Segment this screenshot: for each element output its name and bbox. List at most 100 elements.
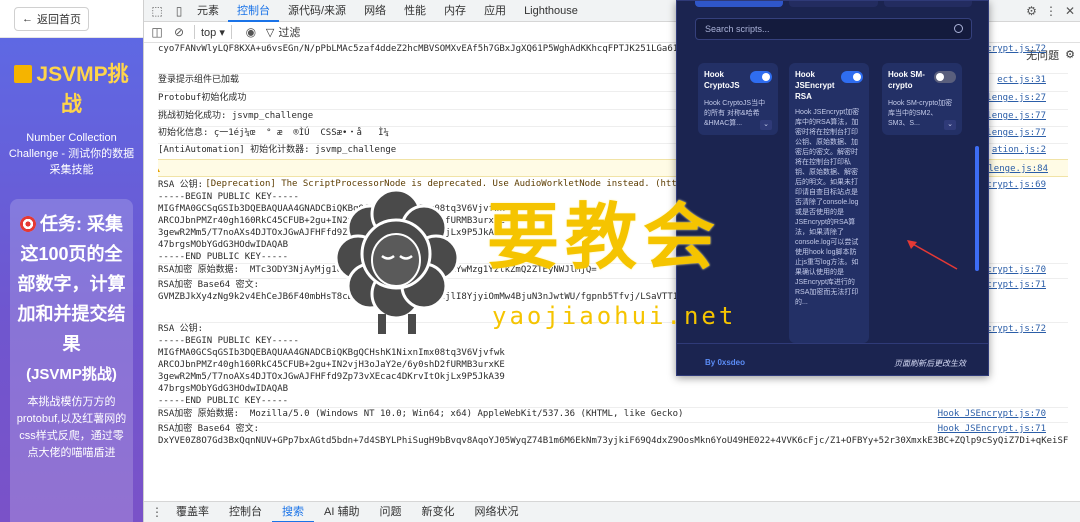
watermark-url: yaojiaohui.net [492, 302, 737, 330]
hook-toggle[interactable] [841, 71, 863, 83]
arrow-left-icon: ← [22, 13, 33, 25]
console-line-text: 登录提示组件已加载 [158, 75, 240, 85]
reload-note: 页面刷新后更改生效 [894, 359, 966, 368]
hook-card-title: Hook CryptoJS [704, 70, 740, 90]
task-subtitle: (JSVMP挑战) [26, 366, 117, 383]
logo-icon [14, 65, 33, 83]
challenge-page: ← 返回首页 JSVMP挑战 Number Collection Challen… [0, 0, 143, 522]
source-link[interactable]: Hook_JSEncrypt.js:70 [938, 408, 1046, 420]
clear-console-icon[interactable]: ⊘ [170, 23, 188, 41]
task-title: 任务: 采集这100页的全部数字，计算加和并提交结果 [16, 209, 127, 359]
toggle-knob [936, 73, 944, 81]
red-arrow-annotation [907, 240, 958, 270]
page-header: ← 返回首页 [0, 0, 143, 38]
search-icon [954, 24, 963, 33]
console-line-text: [AntiAutomation] 初始化计数器: jsvmp_challenge [158, 145, 397, 155]
tab-whats-new[interactable]: 新变化 [411, 502, 464, 522]
tab-performance[interactable]: 性能 [395, 0, 435, 22]
chevron-down-icon[interactable]: ⌄ [760, 120, 772, 130]
toolbar-divider [194, 25, 195, 39]
warning-icon [158, 163, 160, 172]
tab-coverage[interactable]: 覆盖率 [166, 502, 219, 522]
source-link[interactable]: lenge.js:84 [988, 161, 1048, 177]
inspect-icon[interactable]: ⬚ [148, 2, 166, 20]
devtools-window-controls: ⚙ ⋮ ✕ [1026, 0, 1075, 22]
tab-sources[interactable]: 源代码/来源 [279, 0, 355, 22]
sidebar-toggle-icon[interactable]: ◫ [148, 23, 166, 41]
toggle-knob [853, 73, 861, 81]
tab-elements[interactable]: 元素 [188, 0, 228, 22]
sheep-watermark-icon [334, 188, 460, 334]
eye-icon[interactable]: ◉ [242, 23, 260, 41]
tab-application[interactable]: 应用 [475, 0, 515, 22]
more-options-icon[interactable]: ⋮ [1045, 4, 1057, 18]
console-line: RSA加密 Base64 密文: DxYVE0Z8O7Gd3BxQqnNUV+G… [158, 422, 1068, 447]
hook-card-title: Hook SM-crypto [888, 70, 925, 90]
console-line-text: RSA 公钥: -----BEGIN PUBLIC KEY----- MIGfM… [158, 324, 505, 406]
tab-issues[interactable]: 问题 [369, 502, 411, 522]
drawer-tabbar: ⋮ 覆盖率 控制台 搜索 AI 辅助 问题 新变化 网络状况 [144, 501, 1080, 522]
chevron-down-icon: ▾ [219, 26, 225, 39]
script-search-placeholder: Search scripts... [705, 24, 770, 34]
back-home-label: 返回首页 [37, 14, 81, 26]
filter-input[interactable]: 过滤 [278, 24, 300, 40]
toolbar-divider [230, 25, 232, 39]
console-line-text: 挑战初始化成功: jsvmp_challenge [158, 111, 314, 121]
tab-lighthouse[interactable]: Lighthouse [515, 0, 587, 22]
task-card: 任务: 采集这100页的全部数字，计算加和并提交结果 (JSVMP挑战) 本挑战… [10, 199, 133, 522]
console-line: RSA加密 原始数据: Mozilla/5.0 (Windows NT 10.0… [158, 407, 1068, 420]
back-home-button[interactable]: ← 返回首页 [14, 7, 89, 31]
popup-tab[interactable] [883, 1, 972, 7]
source-link[interactable]: lenge.js:77 [986, 127, 1046, 139]
filter-icon: ▽ [265, 26, 275, 39]
tab-network-conditions[interactable]: 网络状况 [464, 502, 528, 522]
author-link[interactable]: By 0xsdeo [705, 358, 745, 367]
source-link[interactable]: crypt.js:70 [986, 264, 1046, 276]
hook-toggle[interactable] [934, 71, 956, 83]
source-link[interactable]: lenge.js:77 [986, 110, 1046, 122]
console-line-text: RSA加密 Base64 密文: DxYVE0Z8O7Gd3BxQqnNUV+G… [158, 424, 1068, 446]
close-devtools-icon[interactable]: ✕ [1065, 4, 1075, 18]
console-line-text: cyo7FANvWlyLQF8KXA+u6vsEGn/N/pPbLMAc5zaf… [158, 44, 727, 54]
context-selector[interactable]: top ▾ [201, 26, 225, 39]
popup-scrollbar[interactable] [975, 146, 979, 271]
settings-gear-icon[interactable]: ⚙ [1026, 4, 1037, 18]
task-title-text: 任务: 采集这100页的全部数字，计算加和并提交结果 [17, 214, 126, 354]
toggle-knob [762, 73, 770, 81]
context-label: top [201, 26, 217, 39]
tab-search[interactable]: 搜索 [272, 502, 314, 522]
hook-card-title: Hook JSEncrypt RSA [795, 70, 835, 101]
hook-card-cryptojs[interactable]: Hook CryptoJS Hook CryptoJS当中的所有 对称&哈希&H… [698, 63, 778, 135]
watermark-title: 要教会 [487, 194, 722, 279]
chevron-down-icon[interactable]: ⌄ [944, 120, 956, 130]
hook-toggle[interactable] [750, 71, 772, 83]
screen: ← 返回首页 JSVMP挑战 Number Collection Challen… [0, 0, 1080, 522]
tab-memory[interactable]: 内存 [435, 0, 475, 22]
source-link[interactable]: crypt.js:72 [986, 323, 1046, 335]
drawer-menu-icon[interactable]: ⋮ [148, 503, 166, 521]
hook-card-jsencrypt[interactable]: Hook JSEncrypt RSA Hook JSEncrypt加密库中的RS… [789, 63, 869, 343]
popup-tab-active[interactable] [695, 1, 784, 7]
tab-console[interactable]: 控制台 [228, 0, 279, 22]
source-link[interactable]: crypt.js:72 [986, 43, 1046, 55]
target-icon [20, 216, 36, 232]
popup-tabs [695, 1, 972, 7]
source-link[interactable]: lenge.js:27 [986, 92, 1046, 104]
tab-console-drawer[interactable]: 控制台 [219, 502, 272, 522]
console-line-text: 初始化信息: ç一1éj¼œ ° æ ®ÌÚ CSSæ•・å Ì¼ [158, 128, 389, 138]
source-link[interactable]: ation.js:2 [992, 144, 1046, 156]
source-link[interactable]: crypt.js:71 [986, 279, 1046, 291]
popup-tab[interactable] [789, 1, 878, 7]
page-title: JSVMP挑战 [0, 38, 143, 120]
hook-card-desc: Hook JSEncrypt加密库中的RSA算法，加密时将在控制台打印公钥、原始… [795, 109, 860, 306]
page-title-text: JSVMP挑战 [36, 63, 129, 116]
source-link[interactable]: crypt.js:69 [986, 179, 1046, 191]
script-search-input[interactable]: Search scripts... [695, 18, 972, 40]
tab-ai-assist[interactable]: AI 辅助 [314, 502, 369, 522]
tab-network[interactable]: 网络 [355, 0, 395, 22]
hook-card-smcrypto[interactable]: Hook SM-crypto Hook SM-crypto加密库当中的SM2、S… [882, 63, 962, 135]
device-toggle-icon[interactable]: ▯ [170, 2, 188, 20]
source-link[interactable]: ect.js:31 [997, 74, 1046, 86]
console-line-text: Protobuf初始化成功 [158, 93, 247, 103]
source-link[interactable]: Hook_JSEncrypt.js:71 [938, 423, 1046, 435]
